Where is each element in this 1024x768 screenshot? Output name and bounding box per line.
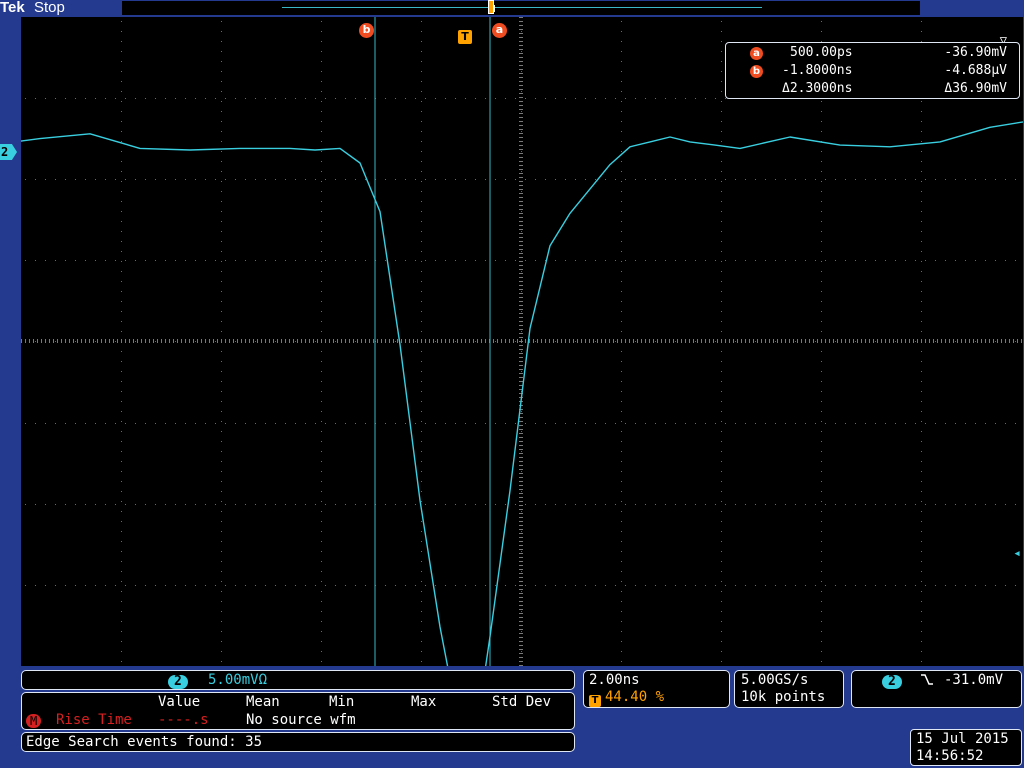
brand-logo: Tek [0,0,25,16]
cursor-b-badge: b [750,65,763,78]
record-view-line [282,7,762,8]
measurement-status: No source wfm [246,712,356,728]
horizontal-trigger-badge: T [589,695,601,707]
record-view-bar[interactable] [122,0,920,15]
vertical-channel-badge: 2 [168,675,188,689]
measurement-value: ----.s [158,712,209,728]
measure-header-max: Max [411,694,437,710]
sample-rate: 5.00GS/s [741,672,809,688]
measure-header-value: Value [158,694,201,710]
horizontal-scale: 2.00ns [589,672,640,688]
measurement-panel[interactable]: Value Mean Min Max Std Dev M Rise Time -… [21,692,575,730]
acquisition-state[interactable]: Stop [34,0,65,16]
graticule-center-ticks [21,17,1022,666]
record-trigger-mark [494,5,495,12]
title-bar: Tek Stop [0,0,1024,17]
cursor-a-badge: a [750,47,763,60]
trigger-position-label[interactable]: T [458,30,472,44]
record-length: 10k points [741,689,826,705]
channel-2-ground-marker[interactable]: 2 [0,144,17,160]
acquisition-panel[interactable]: 5.00GS/s 10k points [734,670,844,708]
cursor-a-value: -36.90mV [944,45,1007,60]
measurement-badge: M [26,714,42,728]
trigger-panel[interactable]: 2 -31.0mV [851,670,1022,708]
horizontal-settings-panel[interactable]: 2.00ns T 44.40 % [583,670,730,708]
cursor-readout: a 500.00ps -36.90mV b -1.8000ns -4.688µV… [725,42,1020,99]
measurement-name[interactable]: Rise Time [56,712,132,728]
date-time-panel: 15 Jul 2015 14:56:52 [910,729,1022,766]
falling-edge-icon [920,674,934,690]
cursor-b-time: -1.8000ns [782,63,853,78]
cursor-delta-value: Δ36.90mV [944,81,1007,96]
time: 14:56:52 [916,748,984,764]
search-panel[interactable]: Edge Search events found: 35 [21,732,575,752]
vertical-settings-panel[interactable]: 2 5.00mVΩ [21,670,575,690]
horizontal-trigger-position: 44.40 % [605,689,665,705]
cursor-delta-time: Δ2.3000ns [782,81,853,96]
trigger-channel-badge: 2 [882,675,902,689]
graticule [21,17,1023,666]
measure-header-stddev: Std Dev [492,694,552,710]
trigger-level: -31.0mV [944,672,1004,688]
search-results: Edge Search events found: 35 [26,734,263,750]
trigger-level-marker[interactable]: ◂ [1013,546,1021,561]
vertical-scale: 5.00mVΩ [208,672,268,688]
cursor-a-label[interactable]: a [492,23,507,38]
waveform-display[interactable]: b T a ▽ ◂ a 500.00ps -36.90mV b -1.8000n… [21,17,1023,666]
cursor-b-value: -4.688µV [944,63,1007,78]
cursor-a-time: 500.00ps [790,45,853,60]
measure-header-mean: Mean [246,694,280,710]
measure-header-min: Min [329,694,355,710]
cursor-b-label[interactable]: b [359,23,374,38]
date: 15 Jul 2015 [916,731,1009,747]
